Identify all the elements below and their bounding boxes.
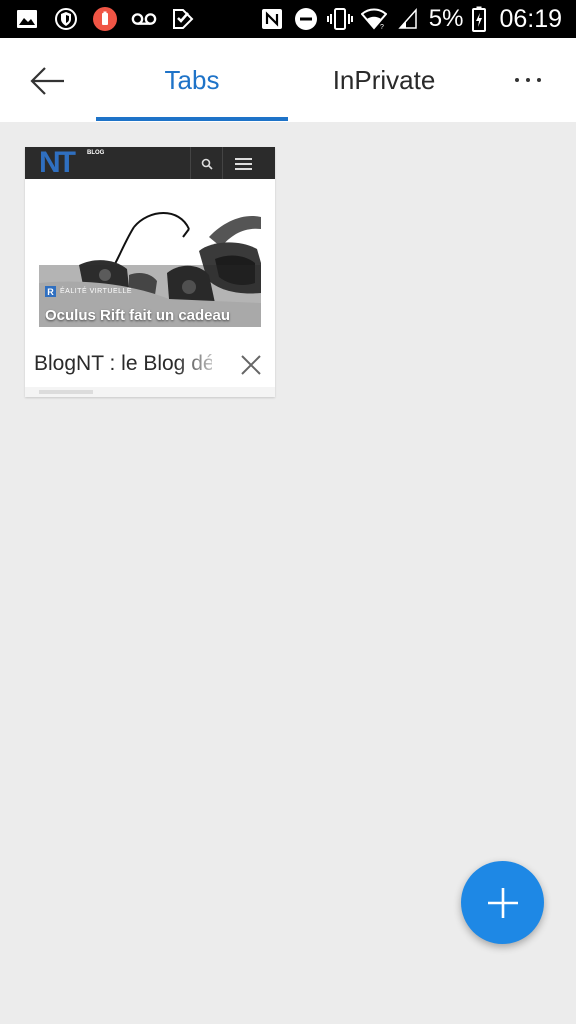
- wifi-icon: ?: [360, 6, 387, 32]
- plus-icon: [487, 887, 518, 918]
- hamburger-menu-icon: [225, 152, 261, 176]
- do-not-disturb-icon: [293, 6, 319, 32]
- notification-icons: [14, 6, 196, 32]
- tab-title-bar: BlogNT : le Blog dé: [25, 343, 275, 387]
- new-tab-button[interactable]: [461, 861, 544, 944]
- close-tab-button[interactable]: [235, 349, 267, 381]
- back-button[interactable]: [22, 58, 74, 104]
- more-horizontal-icon: [515, 78, 519, 82]
- category-label: ÉALITÉ VIRTUELLE: [60, 288, 133, 295]
- article-headline: Oculus Rift fait un cadeau: [45, 307, 231, 324]
- page-preview-header: NT BLOG: [25, 147, 275, 179]
- battery-percentage: 5%: [428, 5, 464, 32]
- close-icon: [241, 355, 261, 375]
- checklist-app-icon: [170, 6, 196, 32]
- signal-icon: [395, 6, 421, 32]
- voicemail-icon: [131, 6, 157, 32]
- article-headline-continued: au monde de la VR open: [45, 325, 220, 342]
- system-icons: ? 5% 06:19: [259, 4, 562, 34]
- tab-inprivate[interactable]: InPrivate: [288, 38, 480, 122]
- status-bar: ? 5% 06:19: [0, 0, 576, 38]
- category-letter: R: [45, 286, 56, 297]
- nfc-icon: [259, 6, 285, 32]
- active-tab-indicator: [96, 117, 288, 121]
- search-icon: [193, 152, 221, 176]
- more-options-button[interactable]: [496, 58, 560, 102]
- vibrate-icon: [326, 6, 353, 32]
- arrow-left-icon: [30, 67, 64, 95]
- vpn-shield-icon: [53, 6, 79, 32]
- category-badge: R ÉALITÉ VIRTUELLE: [45, 285, 132, 298]
- battery-alert-app-icon: [92, 6, 118, 32]
- site-logo-small: BLOG: [87, 150, 105, 156]
- gallery-icon: [14, 6, 40, 32]
- site-logo: NT: [39, 147, 76, 179]
- battery-charging-icon: [471, 6, 487, 32]
- clock: 06:19: [499, 4, 562, 33]
- tab-card[interactable]: NT BLOG R ÉALITÉ VIRTUELLE Oculus Rift f…: [25, 147, 275, 397]
- svg-text:?: ?: [380, 24, 384, 30]
- tab-tabs[interactable]: Tabs: [96, 38, 288, 122]
- tabs-header: Tabs InPrivate: [0, 38, 576, 122]
